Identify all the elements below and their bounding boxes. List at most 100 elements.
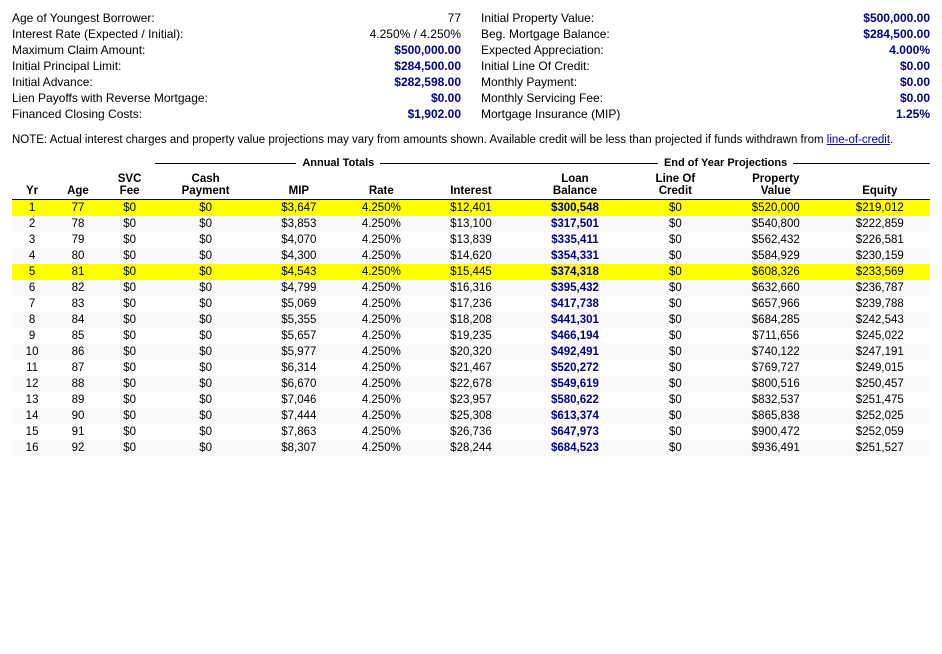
table-cell: $0 [104, 408, 156, 424]
info-row: Initial Line Of Credit:$0.00 [481, 58, 930, 74]
info-value: $284,500.00 [394, 59, 461, 73]
table-cell: $0 [155, 392, 255, 408]
table-cell: $22,678 [421, 376, 521, 392]
table-cell: 10 [12, 344, 52, 360]
table-cell: $520,000 [722, 200, 830, 217]
eoy-header: End of Year Projections [521, 157, 930, 171]
info-value: $0.00 [900, 91, 930, 105]
table-cell: $245,022 [830, 328, 930, 344]
table-cell: 83 [52, 296, 104, 312]
info-label: Initial Property Value: [481, 11, 594, 25]
table-cell: $14,620 [421, 248, 521, 264]
info-label: Beg. Mortgage Balance: [481, 27, 610, 41]
table-cell: $900,472 [722, 424, 830, 440]
table-cell: $230,159 [830, 248, 930, 264]
table-cell: $0 [155, 296, 255, 312]
table-cell: 4.250% [342, 440, 421, 456]
table-cell: $28,244 [421, 440, 521, 456]
table-cell: $711,656 [722, 328, 830, 344]
table-cell: $12,401 [421, 200, 521, 217]
info-label: Initial Advance: [12, 75, 93, 89]
table-cell: $684,523 [521, 440, 629, 456]
table-cell: 77 [52, 200, 104, 217]
info-row: Expected Appreciation:4.000% [481, 42, 930, 58]
info-row: Interest Rate (Expected / Initial):4.250… [12, 26, 461, 42]
col-yr: Yr [12, 171, 52, 200]
table-row: 1692$0$0$8,3074.250%$28,244$684,523$0$93… [12, 440, 930, 456]
info-label: Initial Principal Limit: [12, 59, 121, 73]
info-row: Financed Closing Costs: $1,902.00 [12, 106, 461, 122]
table-row: 379$0$0$4,0704.250%$13,839$335,411$0$562… [12, 232, 930, 248]
table-cell: $23,957 [421, 392, 521, 408]
info-label: Financed Closing Costs: [12, 107, 142, 121]
table-cell: $3,647 [256, 200, 342, 217]
table-cell: $252,025 [830, 408, 930, 424]
table-cell: $4,070 [256, 232, 342, 248]
table-cell: 4.250% [342, 360, 421, 376]
table-cell: $684,285 [722, 312, 830, 328]
table-cell: 3 [12, 232, 52, 248]
info-label: Monthly Payment: [481, 75, 577, 89]
table-cell: $0 [104, 296, 156, 312]
table-cell: $300,548 [521, 200, 629, 217]
table-cell: $7,444 [256, 408, 342, 424]
col-prop: PropertyValue [722, 171, 830, 200]
spacer-left [12, 157, 155, 171]
table-cell: $0 [104, 440, 156, 456]
info-row: Initial Principal Limit: $284,500.00 [12, 58, 461, 74]
table-cell: $0 [629, 344, 722, 360]
table-cell: 81 [52, 264, 104, 280]
table-row: 1389$0$0$7,0464.250%$23,957$580,622$0$83… [12, 392, 930, 408]
table-cell: $0 [155, 440, 255, 456]
table-cell: $7,046 [256, 392, 342, 408]
info-value: $0.00 [900, 59, 930, 73]
info-value: $1,902.00 [408, 107, 461, 121]
table-cell: $242,543 [830, 312, 930, 328]
table-cell: $549,619 [521, 376, 629, 392]
table-cell: $0 [629, 232, 722, 248]
info-value: $282,598.00 [394, 75, 461, 89]
table-cell: $4,300 [256, 248, 342, 264]
table-cell: $0 [629, 216, 722, 232]
table-row: 1086$0$0$5,9774.250%$20,320$492,491$0$74… [12, 344, 930, 360]
info-row: Initial Advance: $282,598.00 [12, 74, 461, 90]
table-row: 480$0$0$4,3004.250%$14,620$354,331$0$584… [12, 248, 930, 264]
table-cell: 4.250% [342, 216, 421, 232]
table-cell: $219,012 [830, 200, 930, 217]
info-row: Initial Property Value:$500,000.00 [481, 10, 930, 26]
table-cell: 5 [12, 264, 52, 280]
table-cell: $251,527 [830, 440, 930, 456]
table-row: 783$0$0$5,0694.250%$17,236$417,738$0$657… [12, 296, 930, 312]
table-cell: $20,320 [421, 344, 521, 360]
info-value: $284,500.00 [863, 27, 930, 41]
table-row: 1591$0$0$7,8634.250%$26,736$647,973$0$90… [12, 424, 930, 440]
table-cell: $0 [155, 424, 255, 440]
col-rate: Rate [342, 171, 421, 200]
table-cell: $247,191 [830, 344, 930, 360]
table-cell: $21,467 [421, 360, 521, 376]
table-cell: $632,660 [722, 280, 830, 296]
table-cell: 92 [52, 440, 104, 456]
info-label: Mortgage Insurance (MIP) [481, 107, 620, 121]
table-cell: $0 [155, 408, 255, 424]
table-cell: 4 [12, 248, 52, 264]
table-cell: 4.250% [342, 392, 421, 408]
table-cell: $5,355 [256, 312, 342, 328]
note-link: line-of-credit [827, 134, 890, 146]
table-cell: $0 [629, 280, 722, 296]
table-cell: $0 [104, 344, 156, 360]
table-cell: $0 [104, 216, 156, 232]
table-cell: 4.250% [342, 424, 421, 440]
col-mip: MIP [256, 171, 342, 200]
table-row: 682$0$0$4,7994.250%$16,316$395,432$0$632… [12, 280, 930, 296]
table-cell: 16 [12, 440, 52, 456]
table-cell: 4.250% [342, 408, 421, 424]
table-cell: $0 [104, 360, 156, 376]
table-cell: $3,853 [256, 216, 342, 232]
info-label: Expected Appreciation: [481, 43, 604, 57]
table-cell: 78 [52, 216, 104, 232]
table-cell: 13 [12, 392, 52, 408]
table-cell: $18,208 [421, 312, 521, 328]
table-cell: $17,236 [421, 296, 521, 312]
table-cell: $865,838 [722, 408, 830, 424]
